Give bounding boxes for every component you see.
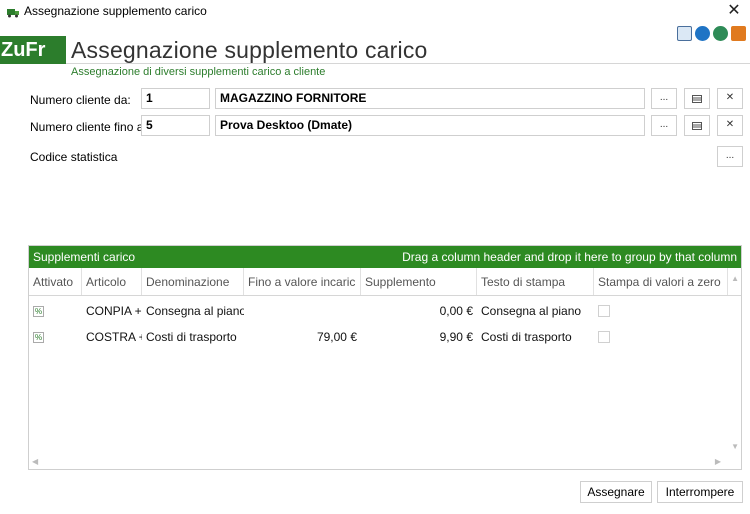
assign-button[interactable]: Assegnare — [580, 481, 652, 503]
cell-limit: 79,00 € — [316, 330, 357, 344]
cell-article: COSTRA + — [86, 330, 142, 344]
grid-title: Supplementi carico — [33, 250, 136, 264]
user-icon[interactable] — [713, 26, 728, 41]
scroll-down-icon[interactable]: ▼ — [731, 442, 739, 451]
customer-to-clear-button[interactable]: ✕ — [717, 115, 743, 136]
card-icon — [692, 122, 702, 130]
cell-supplement: 9,90 € — [439, 330, 473, 344]
cell-print-text: Costi di trasporto — [481, 330, 572, 344]
customer-to-name-field[interactable]: Prova Desktoo (Dmate) — [215, 115, 645, 136]
customer-from-card-button[interactable] — [684, 88, 710, 109]
grid-group-panel[interactable]: Supplementi carico Drag a column header … — [29, 246, 741, 268]
cell-print-text: Consegna al piano — [481, 304, 582, 318]
col-header-active[interactable]: Attivato — [29, 268, 82, 295]
col-header-supplement[interactable]: Supplemento — [361, 268, 477, 295]
print-zero-checkbox[interactable] — [598, 304, 610, 317]
cell-name: Consegna al piano — [146, 304, 244, 318]
app-logo: ZuFr — [0, 36, 66, 64]
toolbar-icons — [677, 26, 746, 41]
customer-from-clear-button[interactable]: ✕ — [717, 88, 743, 109]
cell-limit — [244, 298, 361, 324]
stat-code-label: Codice statistica — [30, 150, 118, 164]
customer-from-name-field[interactable]: MAGAZZINO FORNITORE — [215, 88, 645, 109]
customer-from-browse-button[interactable]: ... — [651, 88, 677, 109]
customer-to-browse-button[interactable]: ... — [651, 115, 677, 136]
customer-to-card-button[interactable] — [684, 115, 710, 136]
stat-code-browse-button[interactable]: ... — [717, 146, 743, 167]
cell-name: Costi di trasporto — [146, 330, 237, 344]
active-percent-icon[interactable]: % — [33, 332, 44, 344]
cancel-button[interactable]: Interrompere — [657, 481, 743, 503]
col-header-limit[interactable]: Fino a valore incaric — [244, 268, 361, 295]
page-title: Assegnazione supplemento carico — [71, 37, 428, 63]
scroll-up-icon[interactable]: ▲ — [731, 274, 739, 283]
scroll-left-icon[interactable]: ◀ — [32, 457, 38, 466]
active-percent-icon[interactable]: % — [33, 306, 44, 318]
swap-icon[interactable] — [695, 26, 710, 41]
page-subtitle: Assegnazione di diversi supplementi cari… — [71, 66, 326, 78]
cell-article: CONPIA + — [86, 304, 142, 318]
scroll-right-icon[interactable]: ▶ — [715, 457, 721, 466]
close-icon[interactable]: ✕ — [724, 1, 744, 21]
customer-from-label: Numero cliente da: — [30, 93, 131, 107]
info-icon[interactable] — [731, 26, 746, 41]
group-hint: Drag a column header and drop it here to… — [402, 250, 737, 264]
cell-supplement: 0,00 € — [439, 304, 473, 318]
card-icon — [692, 95, 702, 103]
app-icon — [7, 9, 19, 18]
col-header-print-text[interactable]: Testo di stampa — [477, 268, 594, 295]
customer-from-number-field[interactable]: 1 — [141, 88, 210, 109]
col-header-article[interactable]: Articolo — [82, 268, 142, 295]
col-header-name[interactable]: Denominazione — [142, 268, 244, 295]
col-header-print-zero[interactable]: Stampa di valori a zero — [594, 268, 728, 295]
customer-to-label: Numero cliente fino a — [30, 120, 144, 134]
table-row[interactable]: % CONPIA + Consegna al piano 0,00 € Cons… — [29, 298, 741, 324]
window-titlebar: Assegnazione supplemento carico ✕ — [0, 0, 750, 22]
window-title: Assegnazione supplemento carico — [24, 4, 207, 18]
mail-icon[interactable] — [677, 26, 692, 41]
print-zero-checkbox[interactable] — [598, 330, 610, 343]
table-row[interactable]: % COSTRA + Costi di trasporto 79,00 € 9,… — [29, 324, 741, 350]
supplements-grid[interactable]: Supplementi carico Drag a column header … — [28, 245, 742, 470]
customer-to-number-field[interactable]: 5 — [141, 115, 210, 136]
grid-column-headers: Attivato Articolo Denominazione Fino a v… — [29, 268, 741, 296]
